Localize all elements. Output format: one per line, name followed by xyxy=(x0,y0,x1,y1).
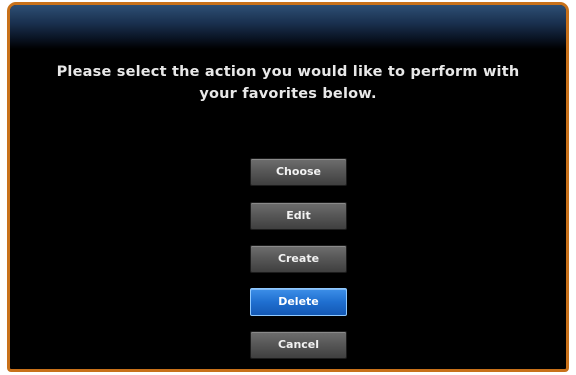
delete-button[interactable]: Delete xyxy=(250,288,347,316)
choose-button[interactable]: Choose xyxy=(250,158,347,186)
create-button[interactable]: Create xyxy=(250,245,347,273)
instruction-line-1: Please select the action you would like … xyxy=(56,64,520,80)
header-gradient xyxy=(10,5,566,49)
instruction-text: Please select the action you would like … xyxy=(10,61,566,105)
edit-button[interactable]: Edit xyxy=(250,202,347,230)
cancel-button[interactable]: Cancel xyxy=(250,331,347,359)
favorites-dialog: Please select the action you would like … xyxy=(7,2,569,372)
instruction-line-2: your favorites below. xyxy=(199,86,377,102)
